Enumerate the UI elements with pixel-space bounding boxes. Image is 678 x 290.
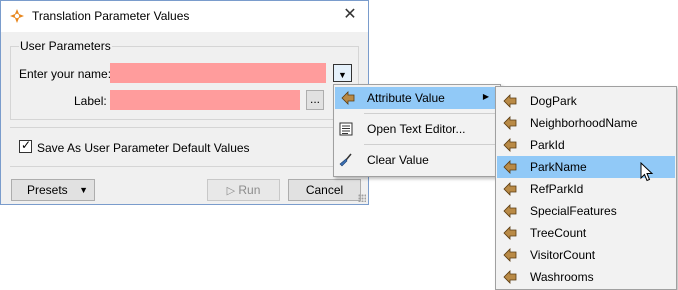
- submenu-item-treecount[interactable]: TreeCount: [497, 222, 675, 244]
- chevron-down-icon: ▼: [79, 185, 88, 195]
- submenu-item-specialfeatures[interactable]: SpecialFeatures: [497, 200, 675, 222]
- text-editor-icon: [339, 122, 353, 136]
- menu-separator: [364, 113, 496, 114]
- presets-button[interactable]: Presets ▼: [11, 179, 95, 201]
- submenu-item-label: ParkId: [530, 138, 565, 152]
- attribute-arrow-icon: [503, 182, 517, 196]
- attribute-arrow-icon: [503, 204, 517, 218]
- name-field[interactable]: [110, 63, 326, 83]
- play-icon: ▷: [226, 185, 236, 197]
- submenu-item-label: NeighborhoodName: [530, 116, 638, 130]
- name-label: Enter your name:: [19, 67, 112, 81]
- attribute-arrow-icon: [503, 116, 517, 130]
- submenu-arrow-icon: ▶: [482, 92, 489, 101]
- submenu-item-dogpark[interactable]: DogPark: [497, 90, 675, 112]
- dialog-title: Translation Parameter Values: [32, 9, 190, 23]
- title-bar[interactable]: Translation Parameter Values ✕: [1, 1, 368, 32]
- divider: [10, 166, 359, 167]
- mouse-cursor-icon: [640, 162, 654, 182]
- fme-app-icon: [10, 9, 24, 23]
- submenu-item-label: Washrooms: [530, 270, 594, 284]
- save-defaults-label: Save As User Parameter Default Values: [37, 141, 250, 155]
- menu-item-open-text-editor[interactable]: Open Text Editor...: [335, 118, 499, 140]
- attribute-arrow-icon: [341, 91, 355, 105]
- attribute-arrow-icon: [503, 94, 517, 108]
- attribute-submenu: DogPark NeighborhoodName ParkId ParkName Ref…: [495, 86, 677, 290]
- attribute-arrow-icon: [503, 226, 517, 240]
- presets-label: Presets: [27, 183, 68, 197]
- menu-item-label: Open Text Editor...: [367, 122, 466, 136]
- run-label: Run: [238, 183, 261, 197]
- check-icon: ✓: [21, 138, 32, 152]
- menu-item-label: Clear Value: [367, 153, 429, 167]
- menu-separator: [364, 144, 496, 145]
- submenu-item-label: RefParkId: [530, 182, 584, 196]
- submenu-item-label: TreeCount: [530, 226, 587, 240]
- submenu-item-parkid[interactable]: ParkId: [497, 134, 675, 156]
- attribute-arrow-icon: [503, 138, 517, 152]
- label-label: Label:: [74, 94, 107, 108]
- browse-button[interactable]: ...: [306, 90, 324, 110]
- submenu-item-neighborhoodname[interactable]: NeighborhoodName: [497, 112, 675, 134]
- attribute-arrow-icon: [503, 248, 517, 262]
- submenu-item-label: SpecialFeatures: [530, 204, 617, 218]
- cancel-button[interactable]: Cancel: [288, 179, 361, 201]
- run-button[interactable]: ▷ Run: [207, 179, 280, 201]
- submenu-item-label: DogPark: [530, 94, 577, 108]
- submenu-item-visitorcount[interactable]: VisitorCount: [497, 244, 675, 266]
- save-defaults-checkbox[interactable]: ✓: [19, 138, 32, 153]
- menu-item-label: Attribute Value: [367, 91, 445, 105]
- divider: [10, 127, 359, 128]
- submenu-item-washrooms[interactable]: Washrooms: [497, 266, 675, 288]
- close-button[interactable]: ✕: [341, 6, 359, 24]
- submenu-item-label: VisitorCount: [530, 248, 596, 262]
- translation-parameter-dialog: Translation Parameter Values ✕ User Para…: [0, 0, 369, 205]
- menu-item-clear-value[interactable]: Clear Value: [335, 149, 499, 171]
- attribute-arrow-icon: [503, 160, 517, 174]
- attribute-arrow-icon: [503, 270, 517, 284]
- resize-grip[interactable]: [358, 194, 366, 202]
- chevron-down-icon: ▼: [338, 70, 347, 80]
- parameter-context-menu: Attribute Value ▶ Open Text Editor... Cl…: [333, 84, 501, 177]
- broom-icon: [339, 153, 352, 167]
- user-parameters-legend: User Parameters: [19, 39, 112, 53]
- label-field[interactable]: [110, 90, 300, 110]
- dropdown-button[interactable]: ▼: [333, 64, 352, 82]
- menu-item-attribute-value[interactable]: Attribute Value ▶: [335, 87, 499, 109]
- submenu-item-label: ParkName: [530, 160, 587, 174]
